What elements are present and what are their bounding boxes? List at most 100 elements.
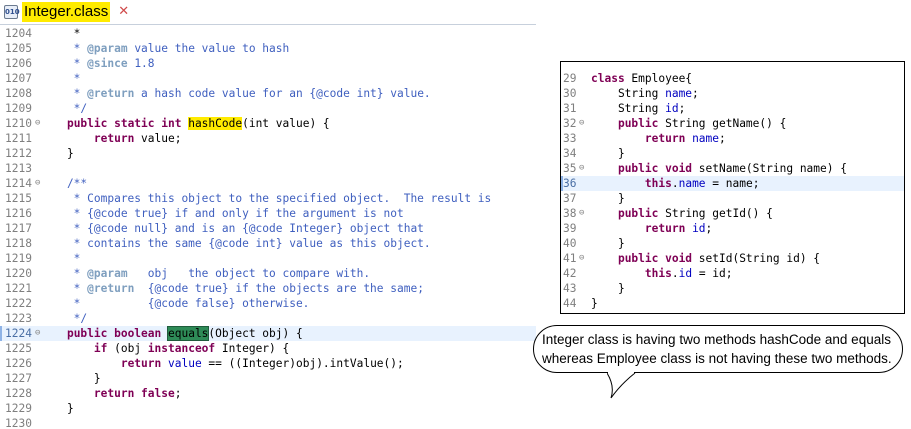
code-line[interactable]: 34 } <box>561 146 904 161</box>
code-line[interactable]: 1223 */ <box>0 311 536 326</box>
code-line[interactable]: 1216 * {@code true} if and only if the a… <box>0 206 536 221</box>
code-line[interactable]: 1230 <box>0 416 536 429</box>
code-line[interactable]: 1229 } <box>0 401 536 416</box>
fold-toggle-icon[interactable]: ⊖ <box>579 116 584 131</box>
code-line[interactable]: 1217 * {@code null} and is an {@code Int… <box>0 221 536 236</box>
code-line[interactable]: 35 ⊖ public void setName(String name) { <box>561 161 904 176</box>
code-line[interactable]: 1206 * @since 1.8 <box>0 56 536 71</box>
code-line[interactable]: 36 this.name = name; <box>561 176 904 191</box>
code-text: return name; <box>591 131 726 146</box>
code-line[interactable]: 42 this.id = id; <box>561 266 904 281</box>
line-number: 42 <box>563 267 577 280</box>
callout-text: Integer class is having two methods hash… <box>542 330 894 368</box>
code-line[interactable]: 1213 <box>0 161 536 176</box>
code-line[interactable]: 1215 * Compares this object to the speci… <box>0 191 536 206</box>
line-number: 34 <box>563 147 577 160</box>
code-line[interactable]: 38 ⊖ public String getId() { <box>561 206 904 221</box>
tab-integer-class[interactable]: 010 Integer.class ✕ <box>0 0 135 24</box>
code-token: String getName() { <box>658 117 787 130</box>
line-number: 1222 <box>5 297 32 310</box>
code-token: return <box>644 222 686 235</box>
code-text: * {@code false} otherwise. <box>40 296 310 311</box>
code-line[interactable]: 1209 */ <box>0 101 536 116</box>
code-token: setName(String name) { <box>692 162 847 175</box>
code-token: this <box>644 177 672 190</box>
code-line[interactable]: 1227 } <box>0 371 536 386</box>
line-number: 1212 <box>5 147 32 160</box>
code-token: ; <box>719 132 726 145</box>
line-number: 30 <box>563 87 577 100</box>
line-number: 1221 <box>5 282 32 295</box>
code-token: @param <box>87 42 128 55</box>
close-icon[interactable]: ✕ <box>118 2 129 22</box>
code-text: String name; <box>591 86 699 101</box>
code-line[interactable]: 1222 * {@code false} otherwise. <box>0 296 536 311</box>
code-text: * @param value the value to hash <box>40 41 290 56</box>
code-line[interactable]: 1207 * <box>0 71 536 86</box>
code-line[interactable]: 1220 * @param obj the object to compare … <box>0 266 536 281</box>
code-line[interactable]: 29 class Employee{ <box>561 71 904 86</box>
code-text: } <box>591 296 598 311</box>
code-line[interactable]: 30 String name; <box>561 86 904 101</box>
code-line[interactable]: 37 } <box>561 191 904 206</box>
code-token: * <box>40 252 81 265</box>
fold-toggle-icon[interactable]: ⊖ <box>579 251 584 266</box>
code-line[interactable]: 1228 return false; <box>0 386 536 401</box>
code-line[interactable]: 1208 * @return a hash code value for an … <box>0 86 536 101</box>
code-token: * contains the same {@code int} value as… <box>40 237 431 250</box>
fold-toggle-icon[interactable]: ⊖ <box>579 161 584 176</box>
line-number: 40 <box>563 237 577 250</box>
code-text: public String getName() { <box>591 116 786 131</box>
code-line[interactable]: 1226 return value == ((Integer)obj).intV… <box>0 356 536 371</box>
code-text: * {@code null} and is an {@code Integer}… <box>40 221 424 236</box>
code-token: name <box>692 132 720 145</box>
code-line[interactable]: 1224 ⊖ public boolean equals(Object obj) … <box>0 326 536 341</box>
line-number: 1226 <box>5 357 32 370</box>
code-token: public boolean <box>66 327 168 340</box>
line-number: 1213 <box>5 162 32 175</box>
code-line[interactable]: 31 String id; <box>561 101 904 116</box>
line-number: 1205 <box>5 42 32 55</box>
code-line[interactable]: 1204 * <box>0 26 536 41</box>
code-line[interactable]: 43 } <box>561 281 904 296</box>
code-line[interactable]: 44} <box>561 296 904 311</box>
code-line[interactable]: 1205 * @param value the value to hash <box>0 41 536 56</box>
code-line[interactable]: 1214 ⊖ /** <box>0 176 536 191</box>
code-text: } <box>40 401 74 416</box>
line-number: 1219 <box>5 252 32 265</box>
code-token: instanceof <box>147 342 216 355</box>
code-line[interactable]: 39 return id; <box>561 221 904 236</box>
code-line[interactable]: 1219 * <box>0 251 536 266</box>
code-token: ; <box>692 87 699 100</box>
code-line[interactable]: 1221 * @return {@code true} if the objec… <box>0 281 536 296</box>
code-text: this.name = name; <box>591 176 760 191</box>
code-token: name <box>678 177 706 190</box>
code-text: public boolean equals(Object obj) { <box>40 326 303 341</box>
line-number: 1210 <box>5 117 32 130</box>
code-line[interactable]: 33 return name; <box>561 131 904 146</box>
code-line[interactable]: 41 ⊖ public void setId(String id) { <box>561 251 904 266</box>
code-token: (int value) { <box>242 117 330 130</box>
code-line[interactable]: 1212 } <box>0 146 536 161</box>
code-line[interactable]: 1225 if (obj instanceof Integer) { <box>0 341 536 356</box>
code-line[interactable]: 1210 ⊖ public static int hashCode(int val… <box>0 116 536 131</box>
line-number: 1206 <box>5 57 32 70</box>
code-line[interactable]: 1218 * contains the same {@code int} val… <box>0 236 536 251</box>
code-line[interactable]: 1211 return value; <box>0 131 536 146</box>
code-token: * <box>40 72 81 85</box>
code-token: value the value to hash <box>127 42 290 55</box>
callout-tail <box>607 372 636 399</box>
code-text: public void setName(String name) { <box>591 161 847 176</box>
code-text: } <box>591 236 625 251</box>
code-editor[interactable]: 010 Integer.class ✕ 1204 * 1205 * @param … <box>0 0 536 429</box>
line-number: 41 <box>563 252 577 265</box>
fold-toggle-icon[interactable]: ⊖ <box>579 206 584 221</box>
code-line[interactable]: 40 } <box>561 236 904 251</box>
code-line[interactable]: 32 ⊖ public String getName() { <box>561 116 904 131</box>
